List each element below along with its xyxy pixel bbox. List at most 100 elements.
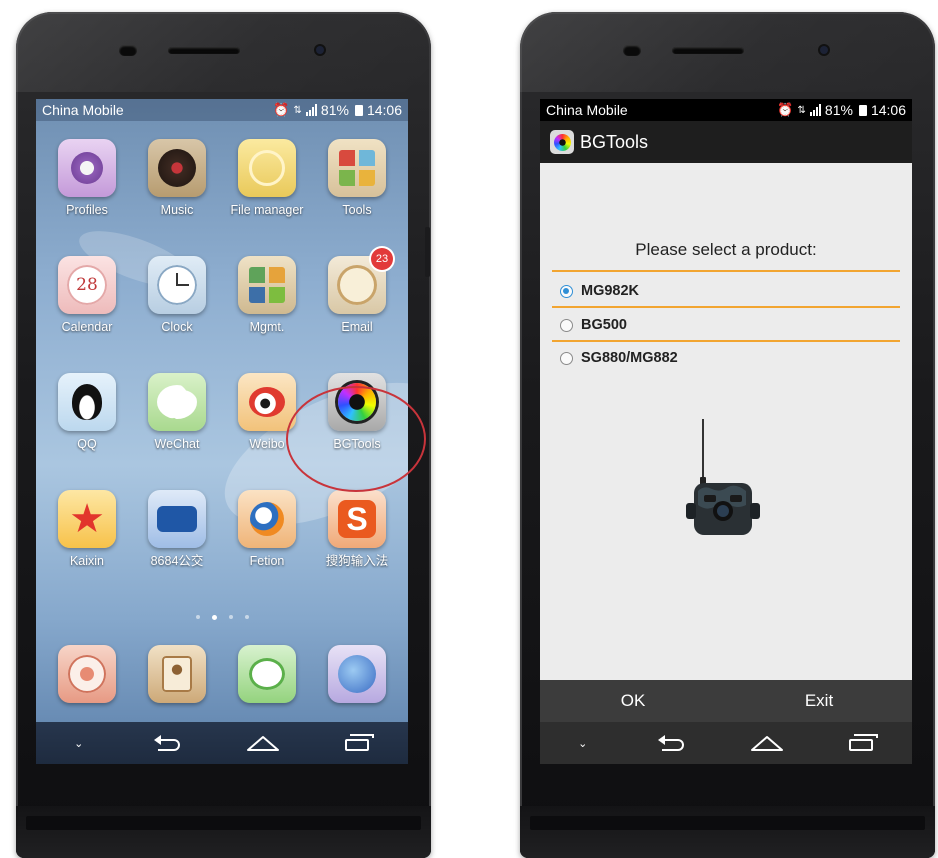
ok-button[interactable]: OK	[540, 680, 726, 722]
app-email[interactable]: 23 Email	[312, 248, 402, 373]
app-qq[interactable]: QQ	[42, 373, 132, 490]
profiles-icon	[58, 139, 116, 197]
option-bg500[interactable]: BG500	[560, 317, 627, 333]
file-manager-icon	[238, 139, 296, 197]
8684-bus-icon	[148, 490, 206, 548]
clock-icon	[148, 256, 206, 314]
exit-button[interactable]: Exit	[726, 680, 912, 722]
navigation-bar: ⌄	[36, 722, 408, 764]
option-mg982k[interactable]: MG982K	[560, 283, 639, 299]
app-label: Fetion	[249, 554, 285, 568]
email-icon: 23	[328, 248, 393, 314]
side-button	[425, 227, 430, 277]
app-calendar[interactable]: Calendar	[42, 256, 132, 373]
browser-icon	[328, 645, 386, 703]
option-label: SG880/MG882	[581, 350, 678, 366]
phone-b: China Mobile ⏰ ⇅ 81% 14:06 BGTools Pleas…	[520, 12, 935, 858]
front-camera	[820, 46, 828, 54]
divider	[552, 270, 900, 272]
app-tools[interactable]: Tools	[312, 139, 402, 256]
dock-contacts[interactable]	[132, 645, 222, 703]
app-8684-bus[interactable]: 8684公交	[132, 490, 222, 607]
app-mgmt[interactable]: Mgmt.	[222, 256, 312, 373]
app-label: File manager	[230, 203, 304, 217]
signal-icon	[305, 104, 317, 116]
back-icon[interactable]	[154, 735, 181, 751]
status-bar: China Mobile ⏰ ⇅ 81% 14:06	[540, 99, 912, 121]
radio-unchecked[interactable]	[560, 318, 573, 332]
data-activity-icon: ⇅	[797, 104, 806, 116]
app-label: WeChat	[154, 437, 200, 451]
chevron-down-icon[interactable]: ⌄	[69, 737, 89, 750]
battery-percent: 81%	[824, 102, 853, 118]
recent-apps-icon[interactable]	[345, 734, 375, 752]
app-wechat[interactable]: WeChat	[132, 373, 222, 490]
app-label: Profiles	[66, 203, 108, 217]
calendar-icon	[58, 256, 116, 314]
carrier-label: China Mobile	[546, 102, 628, 118]
tools-icon	[328, 139, 386, 197]
app-fetion[interactable]: Fetion	[222, 490, 312, 607]
product-prompt: Please select a product:	[635, 240, 817, 259]
app-title: BGTools	[580, 131, 649, 152]
bgtools-icon	[550, 130, 574, 154]
app-weibo[interactable]: Weibo	[222, 373, 312, 490]
page-dot	[228, 615, 233, 619]
page-dot	[244, 615, 249, 619]
app-action-bar: BGTools	[540, 121, 912, 163]
bgtools-screen: China Mobile ⏰ ⇅ 81% 14:06 BGTools Pleas…	[540, 99, 912, 764]
home-icon[interactable]	[246, 734, 280, 752]
bgtools-icon	[328, 373, 386, 431]
battery-icon	[858, 104, 867, 116]
carrier-label: China Mobile	[42, 102, 124, 118]
mgmt-icon	[238, 256, 296, 314]
app-grid: Profiles Music File manager Tools Calend…	[42, 139, 402, 607]
dock-messaging[interactable]	[222, 645, 312, 703]
option-label: BG500	[581, 317, 627, 333]
home-screen: China Mobile ⏰ ⇅ 81% 14:06 Profiles Musi…	[36, 99, 408, 764]
app-label: BGTools	[333, 437, 381, 451]
radio-unchecked[interactable]	[560, 351, 573, 365]
home-icon[interactable]	[750, 734, 784, 752]
app-label: 搜狗输入法	[325, 554, 389, 568]
dialog-button-bar: OK Exit	[540, 680, 912, 722]
app-kaixin[interactable]: Kaixin	[42, 490, 132, 607]
app-label: Email	[341, 320, 373, 334]
weibo-icon	[238, 373, 296, 431]
music-icon	[148, 139, 206, 197]
dock	[42, 645, 402, 703]
status-bar: China Mobile ⏰ ⇅ 81% 14:06	[36, 99, 408, 121]
alarm-icon: ⏰	[777, 102, 794, 117]
app-label: Clock	[161, 320, 193, 334]
earpiece-dot	[623, 45, 641, 56]
app-profiles[interactable]: Profiles	[42, 139, 132, 256]
option-sg880-mg882[interactable]: SG880/MG882	[560, 350, 678, 366]
page-dot	[195, 615, 200, 619]
app-file-manager[interactable]: File manager	[222, 139, 312, 256]
chevron-down-icon[interactable]: ⌄	[573, 737, 593, 750]
contacts-icon	[148, 645, 206, 703]
app-label: Music	[160, 203, 194, 217]
app-sogou-input[interactable]: 搜狗输入法	[312, 490, 402, 607]
kaixin-icon	[58, 490, 116, 548]
back-icon[interactable]	[658, 735, 685, 751]
app-music[interactable]: Music	[132, 139, 222, 256]
app-clock[interactable]: Clock	[132, 256, 222, 373]
battery-percent: 81%	[320, 102, 349, 118]
alarm-icon: ⏰	[273, 102, 290, 117]
radio-checked[interactable]	[560, 284, 573, 298]
unread-badge: 23	[371, 248, 393, 270]
app-bgtools[interactable]: BGTools	[312, 373, 402, 490]
signal-icon	[809, 104, 821, 116]
earpiece-speaker	[672, 47, 744, 54]
app-label: Mgmt.	[249, 320, 285, 334]
dock-dialer[interactable]	[42, 645, 132, 703]
option-label: MG982K	[581, 283, 640, 299]
recent-apps-icon[interactable]	[849, 734, 879, 752]
dock-browser[interactable]	[312, 645, 402, 703]
app-label: QQ	[77, 437, 97, 451]
app-label: Calendar	[61, 320, 113, 334]
earpiece-dot	[119, 45, 137, 56]
fetion-icon	[238, 490, 296, 548]
trail-camera-image	[686, 419, 760, 535]
